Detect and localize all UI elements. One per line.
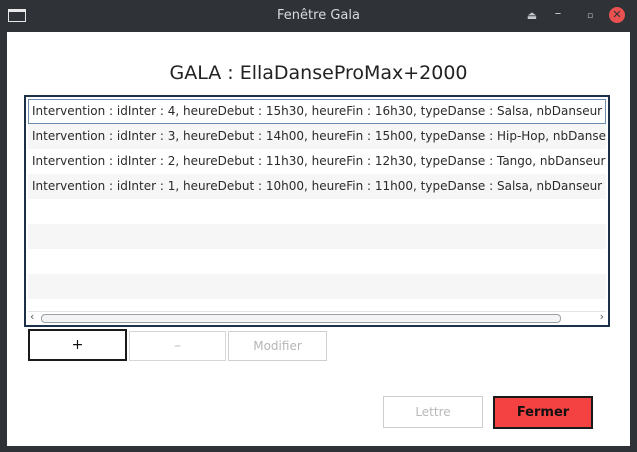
add-button[interactable]: + [28, 329, 127, 361]
intervention-row[interactable]: Intervention : idInter : 2, heureDebut :… [28, 149, 606, 174]
close-button[interactable]: Fermer [493, 396, 593, 429]
close-icon[interactable]: ✕ [609, 7, 625, 23]
intervention-row[interactable]: Intervention : idInter : 1, heureDebut :… [28, 174, 606, 199]
gala-window: Fenêtre Gala ⏏ – ▫ ✕ GALA : EllaDansePro… [0, 0, 637, 452]
window-content: GALA : EllaDanseProMax+2000 Intervention… [7, 32, 630, 446]
empty-row [28, 199, 606, 224]
letter-button[interactable]: Lettre [383, 396, 483, 428]
remove-button[interactable]: – [129, 331, 226, 361]
minimize-icon[interactable]: – [550, 6, 566, 22]
intervention-row[interactable]: Intervention : idInter : 4, heureDebut :… [28, 99, 606, 124]
window-title: Fenêtre Gala [277, 8, 360, 23]
scrollbar-thumb[interactable] [41, 314, 561, 323]
empty-row [28, 274, 606, 299]
intervention-list[interactable]: Intervention : idInter : 4, heureDebut :… [24, 95, 610, 327]
eject-icon[interactable]: ⏏ [524, 8, 540, 24]
empty-row [28, 224, 606, 249]
title-bar[interactable]: Fenêtre Gala ⏏ – ▫ ✕ [0, 0, 637, 32]
maximize-icon[interactable]: ▫ [582, 8, 598, 24]
empty-row [28, 249, 606, 274]
horizontal-scrollbar[interactable]: ‹ › [28, 311, 606, 323]
intervention-row[interactable]: Intervention : idInter : 3, heureDebut :… [28, 124, 606, 149]
scroll-left-icon[interactable]: ‹ [30, 311, 34, 323]
modify-button[interactable]: Modifier [228, 331, 327, 361]
scroll-right-icon[interactable]: › [600, 311, 604, 323]
gala-heading: GALA : EllaDanseProMax+2000 [169, 62, 468, 84]
